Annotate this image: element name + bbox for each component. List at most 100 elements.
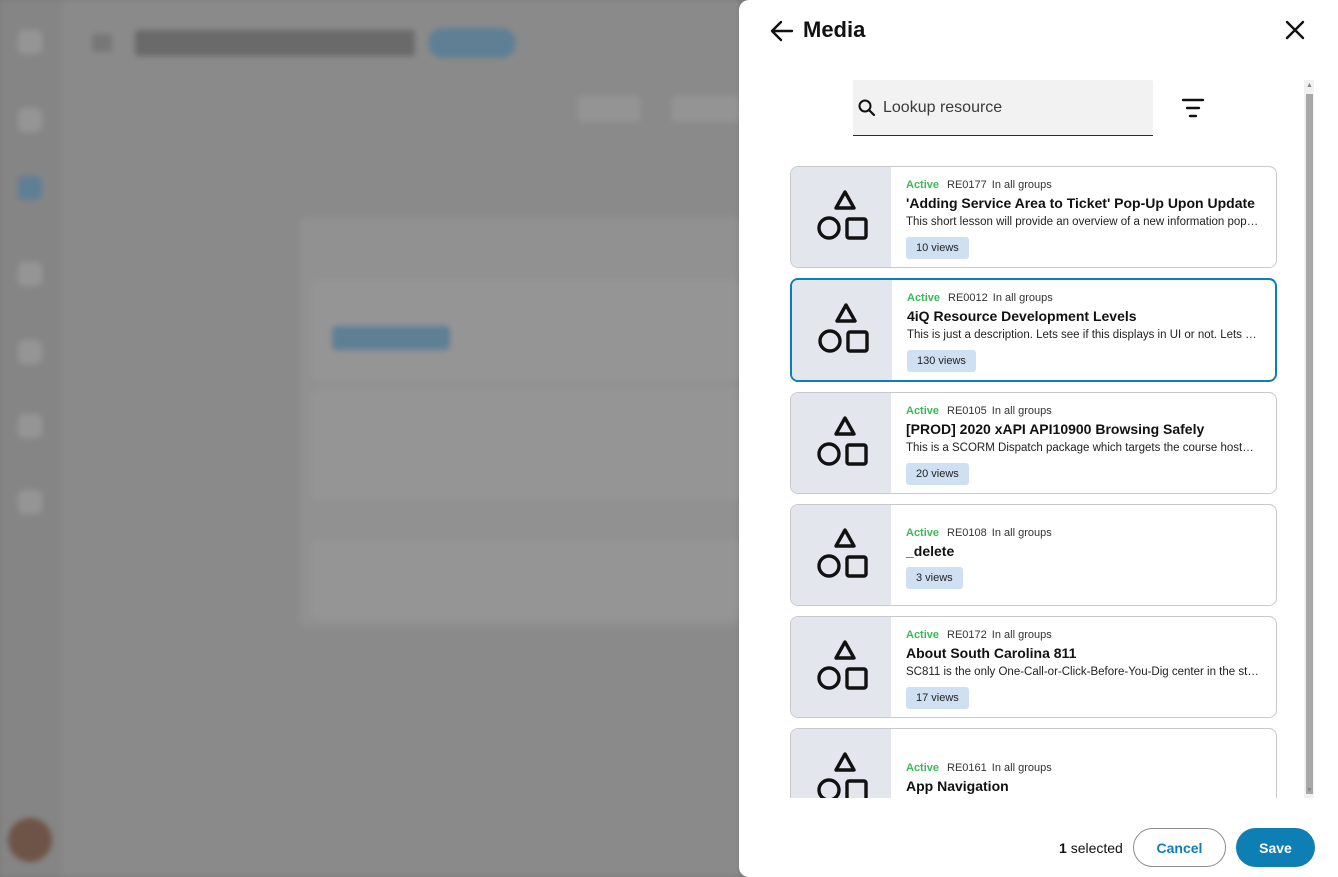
resource-card-body: Active RE0177 In all groups 'Adding Servic… [906,178,1260,259]
resource-thumbnail [791,167,891,267]
resource-description: This short lesson will provide an overvi… [906,216,1260,228]
resource-card-body: Active RE0108 In all groups _delete 3 view… [906,526,1260,589]
resource-title: 4iQ Resource Development Levels [907,308,1137,324]
background-nav-item [18,108,42,132]
resource-list: Active RE0177 In all groups 'Adding Servic… [790,166,1277,798]
background-button [578,96,640,122]
selected-count-number: 1 [1059,840,1067,856]
resource-card-body: Active RE0012 In all groups 4iQ Resource D… [907,291,1259,372]
resource-description: This is just a description. Lets see if … [907,329,1259,341]
resource-title: App Navigation [906,778,1009,794]
resource-groups: In all groups [991,527,1052,539]
resource-card[interactable]: Active RE0172 In all groups About South Ca… [790,616,1277,718]
resource-code: RE0161 [947,762,987,774]
resource-title: [PROD] 2020 xAPI API10900 Browsing Safel… [906,421,1205,437]
filter-button[interactable] [1180,96,1206,120]
resource-card[interactable]: Active RE0108 In all groups _delete 3 view… [790,504,1277,606]
resource-groups: In all groups [991,629,1052,641]
resource-card[interactable]: Active RE0105 In all groups [PROD] 2020 xA… [790,392,1277,494]
back-button[interactable] [767,16,797,46]
panel-title: Media [803,17,866,42]
status-badge: Active [906,762,940,774]
resource-code: RE0172 [947,629,987,641]
background-card-section [312,540,740,618]
resource-code: RE0177 [947,179,987,191]
resource-meta: Active RE0108 In all groups [906,526,1260,540]
resource-title: About South Carolina 811 [906,645,1077,661]
save-button[interactable]: Save [1236,828,1315,867]
shapes-icon [818,303,869,353]
resource-thumbnail [791,393,891,493]
scroll-down-arrow[interactable]: ▼ [1306,787,1313,795]
shapes-icon [817,528,868,578]
filter-icon [1181,98,1205,118]
resource-description: This is a SCORM Dispatch package which t… [906,442,1260,454]
background-nav-rail [0,0,62,877]
shapes-icon [817,190,868,240]
background-card-section [312,390,740,500]
views-badge: 10 views [906,237,969,259]
resource-groups: In all groups [991,762,1052,774]
panel-header: Media [739,0,1338,62]
scroll-up-arrow[interactable]: ▲ [1306,82,1313,90]
resource-card[interactable]: Active RE0012 In all groups 4iQ Resource D… [790,278,1277,382]
resource-thumbnail [791,505,891,605]
resource-meta: Active RE0177 In all groups [906,178,1260,192]
background-nav-item [18,414,42,438]
resource-code: RE0012 [948,292,988,304]
resource-code: RE0105 [947,405,987,417]
background-button [672,96,740,122]
selected-count-label: selected [1070,840,1123,856]
resource-groups: In all groups [992,292,1053,304]
status-badge: Active [906,405,940,417]
background-app [0,0,740,877]
background-nav-item [18,262,42,286]
close-icon [1285,20,1305,40]
background-chip [332,326,450,350]
background-nav-item [18,490,42,514]
media-panel: Media ActiveRE0177In all grou [739,0,1338,877]
resource-title: _delete [906,543,955,559]
status-badge: Active [906,629,940,641]
selected-count: 1 selected [1059,838,1123,858]
resource-meta: Active RE0012 In all groups [907,291,1259,305]
scrollbar-thumb[interactable] [1306,94,1313,794]
views-badge: 3 views [906,567,963,589]
status-badge: Active [906,527,940,539]
resource-card[interactable]: Active RE0161 In all groups App Navigation [790,728,1277,798]
search-icon [858,99,876,117]
resource-description: SC811 is the only One-Call-or-Click-Befo… [906,666,1260,678]
resource-meta: Active RE0172 In all groups [906,628,1260,642]
resource-thumbnail [792,280,892,380]
resource-card-body: Active RE0105 In all groups [PROD] 2020 xA… [906,404,1260,485]
avatar [8,818,52,862]
resource-thumbnail [791,729,891,798]
resource-groups: In all groups [991,179,1052,191]
shapes-icon [817,752,868,798]
background-back-icon [92,34,112,52]
views-badge: 130 views [907,350,976,372]
shapes-icon [817,640,868,690]
status-badge: Active [906,179,940,191]
search-field [853,80,1153,136]
resource-code: RE0108 [947,527,987,539]
resource-card-body: Active RE0172 In all groups About South Ca… [906,628,1260,709]
views-badge: 20 views [906,463,969,485]
status-badge: Active [907,292,941,304]
arrow-left-icon [770,20,794,42]
views-badge: 17 views [906,687,969,709]
resource-card-body: Active RE0161 In all groups App Navigation [906,761,1260,795]
resource-card[interactable]: Active RE0177 In all groups 'Adding Servic… [790,166,1277,268]
background-nav-item [18,176,42,200]
resource-meta: Active RE0105 In all groups [906,404,1260,418]
shapes-icon [817,416,868,466]
resource-groups: In all groups [991,405,1052,417]
background-nav-item [18,340,42,364]
close-button[interactable] [1281,16,1309,44]
resource-meta: Active RE0161 In all groups [906,761,1260,775]
resource-thumbnail [791,617,891,717]
background-page-title [135,30,415,56]
search-input[interactable] [883,80,1145,135]
background-nav-item [18,30,42,54]
cancel-button[interactable]: Cancel [1133,828,1226,867]
